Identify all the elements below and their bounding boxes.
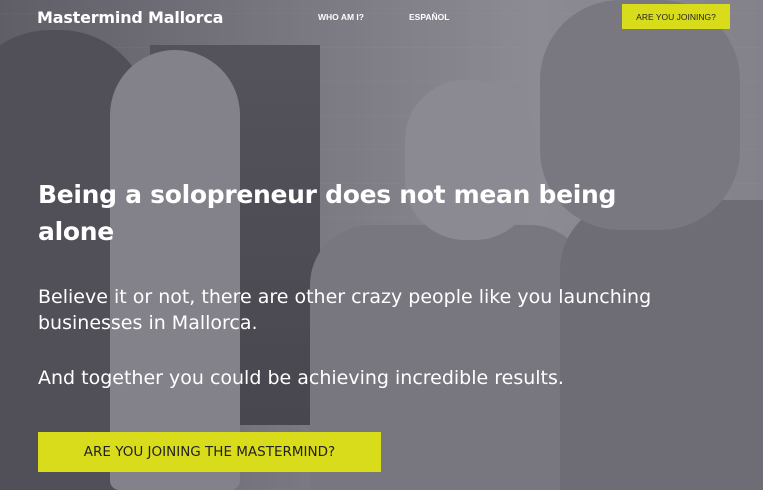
hero-paragraph-1: Believe it or not, there are other crazy… [38,286,652,334]
join-mastermind-button[interactable]: ARE YOU JOINING THE MASTERMIND? [38,432,381,472]
hero-headline: Being a solopreneur does not mean being … [38,180,617,246]
site-logo[interactable]: Mastermind Mallorca [37,8,223,27]
hero-paragraph-2: And together you could be achieving incr… [38,367,564,389]
nav-join-button[interactable]: ARE YOU JOINING? [622,4,730,29]
top-navigation: Mastermind Mallorca WHO AM I? ESPAÑOL AR… [0,0,763,36]
nav-link-who-am-i[interactable]: WHO AM I? [318,12,364,22]
nav-link-espanol[interactable]: ESPAÑOL [409,12,449,22]
hero-section: Mastermind Mallorca WHO AM I? ESPAÑOL AR… [0,0,763,490]
